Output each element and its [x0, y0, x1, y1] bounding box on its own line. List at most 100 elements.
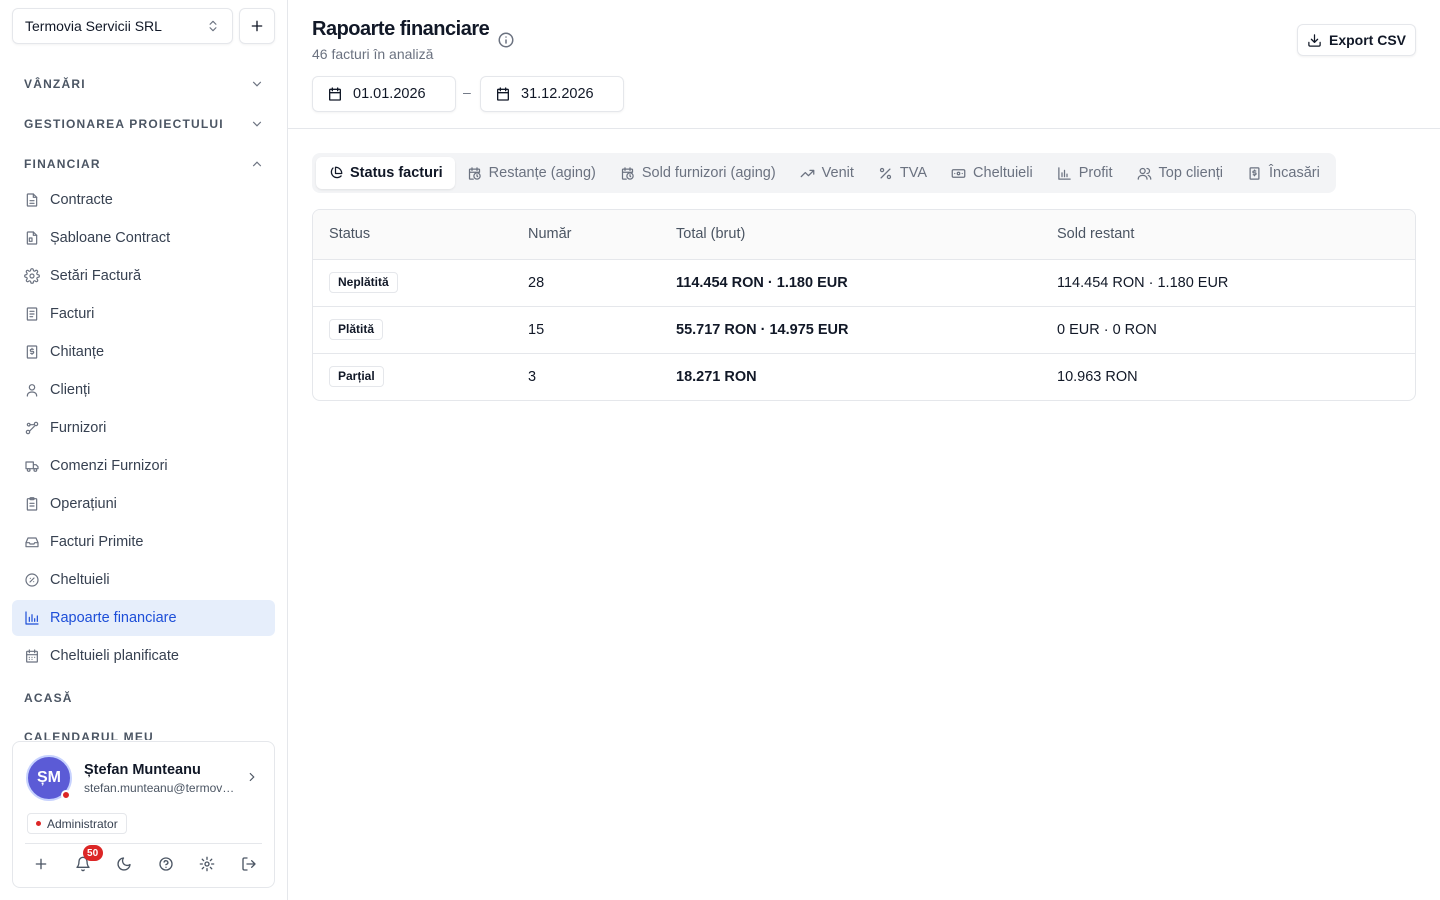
sidebar-item-label: Cheltuieli planificate [50, 648, 179, 664]
theme-toggle-button[interactable] [110, 850, 138, 878]
sidebar-item-receipts[interactable]: Chitanțe [12, 334, 275, 370]
receipt-icon [1249, 166, 1260, 180]
chevron-down-icon [252, 81, 262, 87]
calendar-icon [497, 87, 509, 101]
page-title: Rapoarte financiare [312, 18, 490, 40]
clipboard-icon [26, 497, 38, 511]
file-text-icon [26, 193, 38, 207]
divider [25, 843, 262, 844]
date-to-value: 31.12.2026 [521, 86, 594, 102]
user-name: Ștefan Munteanu [84, 762, 201, 778]
section-projects-label: GESTIONAREA PROIECTULUI [24, 117, 224, 131]
sidebar-item-label: Furnizori [50, 420, 107, 436]
user-card: ȘM Ștefan Munteanu stefan.munteanu@termo… [12, 741, 275, 888]
calendar-clock-icon [621, 166, 634, 180]
org-select[interactable]: Termovia Servicii SRL [12, 8, 233, 44]
tab-expenses[interactable]: Cheltuieli [939, 157, 1045, 189]
sidebar-item-clients[interactable]: Clienți [12, 372, 275, 408]
date-to-field[interactable]: 31.12.2026 [480, 76, 624, 112]
logout-icon [242, 857, 256, 871]
tab-top-clients[interactable]: Top clienți [1125, 157, 1235, 189]
sidebar-item-contracts[interactable]: Contracte [12, 182, 275, 218]
column-header-status[interactable]: Status [313, 210, 528, 260]
add-button[interactable] [27, 850, 55, 878]
tab-aging[interactable]: Restanțe (aging) [455, 157, 608, 189]
status-dot [61, 790, 71, 800]
role-dot [36, 821, 41, 826]
logout-button[interactable] [235, 850, 263, 878]
column-header-balance[interactable]: Sold restant [1057, 210, 1415, 260]
table-row[interactable]: Parțial 3 18.271 RON 10.963 RON [313, 353, 1415, 400]
header-divider [288, 128, 1440, 129]
supplier-icon [25, 421, 39, 435]
tab-label: Profit [1078, 165, 1113, 181]
count-cell: 28 [528, 259, 676, 307]
user-email: stefan.munteanu@termovia.ro [84, 781, 236, 795]
section-projects[interactable]: GESTIONAREA PROIECTULUI [24, 114, 264, 134]
help-button[interactable] [152, 850, 180, 878]
tab-label: Venit [821, 165, 854, 181]
status-badge: Parțial [329, 366, 384, 388]
download-icon [1308, 33, 1321, 47]
sidebar-item-contract-templates[interactable]: Șabloane Contract [12, 220, 275, 256]
gear-icon [200, 856, 215, 872]
sidebar-item-invoices[interactable]: Facturi [12, 296, 275, 332]
section-sales[interactable]: VÂNZĂRI [24, 74, 264, 94]
sidebar-item-label: Setări Factură [50, 268, 142, 284]
sidebar-item-supplier-orders[interactable]: Comenzi Furnizori [12, 448, 275, 484]
column-header-count[interactable]: Număr [528, 210, 676, 260]
count-cell: 15 [528, 306, 676, 354]
balance-cell: 0 EUR · 0 RON [1057, 306, 1415, 354]
tab-label: Sold furnizori (aging) [641, 165, 776, 181]
section-calendar-label: CALENDARUL MEU [24, 730, 154, 740]
settings-button[interactable] [193, 850, 221, 878]
chevron-right-icon[interactable] [245, 770, 259, 784]
sidebar-item-received-invoices[interactable]: Facturi Primite [12, 524, 275, 560]
info-icon[interactable] [497, 31, 515, 49]
tab-revenue[interactable]: Venit [788, 157, 866, 189]
report-tabs: Status facturi Restanțe (aging) Sold fur… [312, 153, 1336, 193]
chevron-up-down-icon [209, 20, 217, 32]
sidebar-item-planned-expenses[interactable]: Cheltuieli planificate [12, 638, 275, 674]
tab-label: Încasări [1269, 165, 1320, 181]
sidebar-item-operations[interactable]: Operațiuni [12, 486, 275, 522]
notifications-button[interactable]: 50 [69, 845, 103, 878]
calendar-icon [26, 649, 38, 663]
page-subtitle: 46 facturi în analiză [312, 46, 434, 62]
table-row[interactable]: Plătită 15 55.717 RON · 14.975 EUR 0 EUR… [313, 306, 1415, 354]
column-header-total[interactable]: Total (brut) [676, 210, 1057, 260]
tab-invoice-status[interactable]: Status facturi [316, 157, 455, 189]
calendar-clock-icon [468, 166, 481, 180]
section-home[interactable]: ACASĂ [24, 688, 264, 708]
chevron-down-icon [252, 121, 262, 127]
percent-icon [879, 167, 892, 179]
export-csv-button[interactable]: Export CSV [1297, 24, 1416, 56]
tab-collections[interactable]: Încasări [1235, 157, 1332, 189]
tab-profit[interactable]: Profit [1045, 157, 1125, 189]
banknote-icon [951, 168, 966, 178]
section-financial-label: FINANCIAR [24, 157, 101, 171]
total-cell: 114.454 RON · 1.180 EUR [676, 259, 1057, 307]
avatar-initials: ȘM [37, 769, 61, 786]
add-org-button[interactable] [239, 8, 275, 44]
tab-vat[interactable]: TVA [866, 157, 939, 189]
tab-supplier-aging[interactable]: Sold furnizori (aging) [608, 157, 788, 189]
table-row[interactable]: Neplătită 28 114.454 RON · 1.180 EUR 114… [313, 259, 1415, 307]
calendar-icon [329, 87, 341, 101]
plus-icon [35, 858, 47, 870]
role-label: Administrator [47, 816, 118, 831]
sidebar-item-financial-reports[interactable]: Rapoarte financiare [12, 600, 275, 636]
sidebar-item-suppliers[interactable]: Furnizori [12, 410, 275, 446]
section-financial[interactable]: FINANCIAR [24, 154, 264, 174]
bar-chart-icon [25, 611, 39, 625]
role-badge: Administrator [27, 813, 127, 834]
chevron-up-icon [252, 161, 262, 167]
sidebar-item-invoice-settings[interactable]: Setări Factură [12, 258, 275, 294]
moon-icon [117, 857, 131, 871]
pie-chart-icon [330, 166, 343, 178]
section-calendar[interactable]: CALENDARUL MEU [24, 728, 264, 740]
table-header-row: Status Număr Total (brut) Sold restant [313, 210, 1415, 260]
sidebar-item-expenses[interactable]: Cheltuieli [12, 562, 275, 598]
date-from-field[interactable]: 01.01.2026 [312, 76, 456, 112]
status-badge: Plătită [329, 319, 384, 340]
